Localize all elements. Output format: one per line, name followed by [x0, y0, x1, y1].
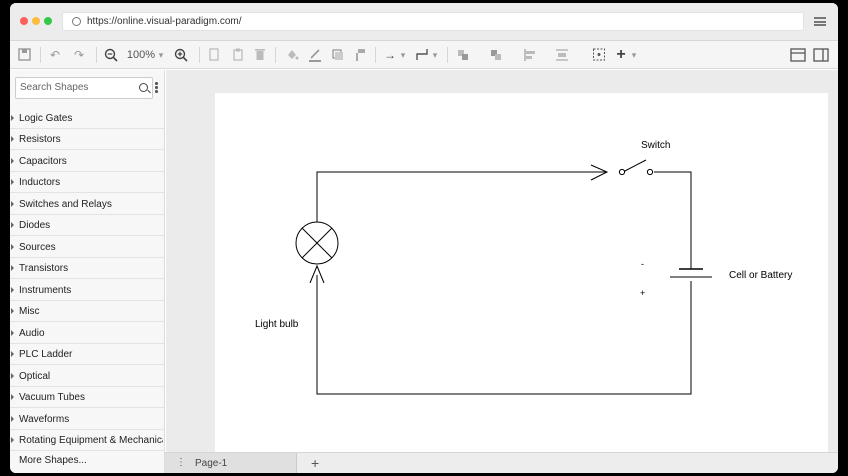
category-sources[interactable]: Sources: [10, 237, 165, 258]
expand-arrow-icon: [11, 351, 14, 357]
zoom-out-icon[interactable]: [104, 47, 118, 63]
category-logic-gates[interactable]: Logic Gates: [10, 108, 165, 129]
battery-minus-sign: -: [641, 259, 644, 269]
zoom-in-icon[interactable]: [174, 47, 188, 63]
search-placeholder: Search Shapes: [20, 82, 89, 93]
page-tab[interactable]: ⋮ Page-1: [165, 453, 297, 473]
search-icon[interactable]: [139, 83, 148, 92]
category-switches-and-relays[interactable]: Switches and Relays: [10, 194, 165, 215]
expand-arrow-icon: [11, 308, 14, 314]
save-icon[interactable]: [18, 47, 32, 63]
delete-icon[interactable]: [254, 47, 266, 63]
category-waveforms[interactable]: Waveforms: [10, 409, 165, 430]
format-panel-icon[interactable]: [790, 47, 806, 63]
minimize-window-button[interactable]: [32, 17, 40, 25]
expand-arrow-icon: [11, 179, 14, 185]
add-page-button[interactable]: +: [311, 455, 319, 471]
insert-icon[interactable]: +: [614, 47, 628, 63]
expand-arrow-icon: [11, 330, 14, 336]
category-capacitors[interactable]: Capacitors: [10, 151, 165, 172]
line-color-icon[interactable]: [308, 47, 322, 63]
connector-style-icon[interactable]: →: [382, 47, 398, 63]
reload-icon[interactable]: [72, 17, 81, 26]
expand-arrow-icon: [11, 394, 14, 400]
expand-arrow-icon: [11, 222, 14, 228]
switch-contact-right[interactable]: [646, 168, 654, 176]
shadow-icon[interactable]: [331, 47, 345, 63]
category-transistors[interactable]: Transistors: [10, 258, 165, 279]
category-resistors[interactable]: Resistors: [10, 129, 165, 150]
waypoint-icon[interactable]: [415, 47, 429, 63]
close-window-button[interactable]: [20, 17, 28, 25]
expand-arrow-icon: [11, 244, 14, 250]
switch-contact-left[interactable]: [618, 168, 626, 176]
search-shapes-input[interactable]: Search Shapes: [15, 77, 153, 99]
expand-arrow-icon: [11, 416, 14, 422]
expand-arrow-icon: [11, 373, 14, 379]
light-bulb-label[interactable]: Light bulb: [255, 319, 298, 330]
switch-lever[interactable]: [622, 159, 647, 173]
paste-icon[interactable]: [232, 47, 244, 63]
fill-color-icon[interactable]: [285, 47, 299, 63]
category-rotating-equipment[interactable]: Rotating Equipment & Mechanica...: [10, 430, 165, 451]
to-back-icon[interactable]: [489, 47, 503, 63]
expand-arrow-icon: [11, 265, 14, 271]
category-vacuum-tubes[interactable]: Vacuum Tubes: [10, 387, 165, 408]
zoom-level[interactable]: 100%: [124, 47, 158, 63]
connector-style-dropdown-icon[interactable]: ▾: [399, 47, 407, 63]
address-bar[interactable]: https://online.visual-paradigm.com/: [62, 12, 804, 31]
page-tab-menu-icon[interactable]: ⋮: [176, 457, 186, 468]
wire-bottom[interactable]: [316, 275, 692, 395]
copy-icon[interactable]: [208, 47, 220, 63]
expand-arrow-icon: [11, 136, 14, 142]
battery-plus-sign: +: [640, 288, 646, 298]
expand-arrow-icon: [11, 158, 14, 164]
redo-icon[interactable]: ↷: [72, 47, 86, 63]
shape-library-sidebar: Search Shapes Logic Gates Resistors Capa…: [10, 70, 165, 473]
wire-top-right[interactable]: [654, 171, 692, 269]
select-all-icon[interactable]: [592, 47, 606, 63]
undo-icon[interactable]: ↶: [48, 47, 62, 63]
more-options-icon[interactable]: [155, 82, 158, 94]
editor-toolbar: ↶ ↷ 100% ▾ → ▾ ▾ + ▾: [10, 41, 838, 69]
category-misc[interactable]: Misc: [10, 301, 165, 322]
insert-dropdown-icon[interactable]: ▾: [630, 47, 638, 63]
category-instruments[interactable]: Instruments: [10, 280, 165, 301]
distribute-icon[interactable]: [555, 47, 569, 63]
diagram-canvas[interactable]: Switch Cell or Battery Light bulb - +: [166, 70, 838, 452]
browser-menu-icon[interactable]: [814, 17, 826, 26]
align-icon[interactable]: [523, 47, 537, 63]
expand-arrow-icon: [11, 437, 14, 443]
switch-label[interactable]: Switch: [641, 140, 670, 151]
browser-window: https://online.visual-paradigm.com/ ↶ ↷ …: [10, 3, 838, 473]
category-plc-ladder[interactable]: PLC Ladder: [10, 344, 165, 365]
more-shapes-link[interactable]: More Shapes...: [19, 455, 87, 466]
to-front-icon[interactable]: [456, 47, 470, 63]
expand-arrow-icon: [11, 287, 14, 293]
diagram-page[interactable]: Switch Cell or Battery Light bulb - +: [215, 93, 828, 452]
page-tabs-bar: ⋮ Page-1 +: [165, 452, 838, 473]
page-tab-label: Page-1: [195, 458, 228, 469]
category-optical[interactable]: Optical: [10, 366, 165, 387]
battery-label[interactable]: Cell or Battery: [729, 270, 792, 281]
waypoint-dropdown-icon[interactable]: ▾: [431, 47, 439, 63]
browser-titlebar: https://online.visual-paradigm.com/: [10, 3, 838, 41]
category-audio[interactable]: Audio: [10, 323, 165, 344]
format-painter-icon[interactable]: [353, 47, 367, 63]
maximize-window-button[interactable]: [44, 17, 52, 25]
outline-panel-icon[interactable]: [813, 47, 829, 63]
expand-arrow-icon: [11, 201, 14, 207]
wire-top-left[interactable]: [316, 171, 607, 243]
category-inductors[interactable]: Inductors: [10, 172, 165, 193]
category-diodes[interactable]: Diodes: [10, 215, 165, 236]
zoom-dropdown-icon[interactable]: ▾: [157, 47, 165, 63]
expand-arrow-icon: [11, 115, 14, 121]
url-text: https://online.visual-paradigm.com/: [87, 16, 242, 27]
